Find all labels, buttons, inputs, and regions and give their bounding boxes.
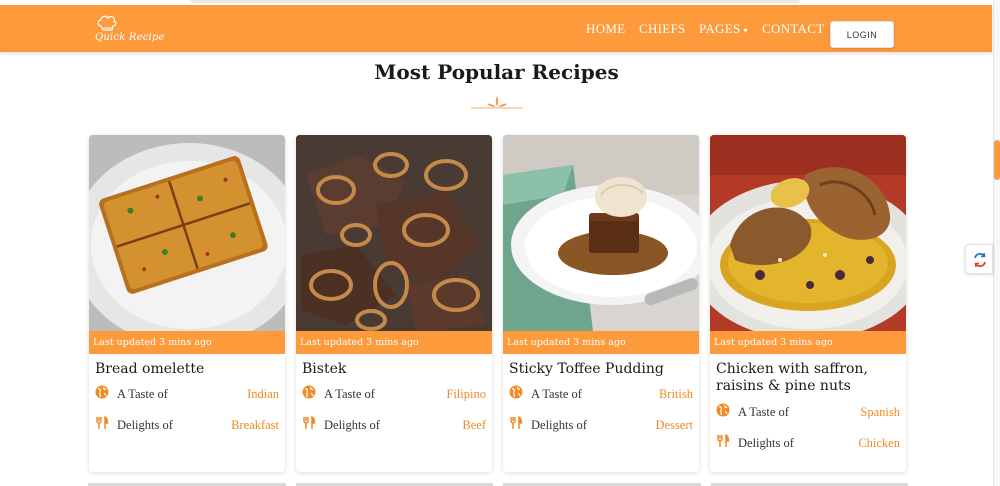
delight-row: Delights of Dessert xyxy=(509,416,693,436)
delight-label: Delights of xyxy=(531,418,587,432)
recipe-card[interactable]: Last updated 3 mins ago Bistek A Taste o… xyxy=(296,135,492,472)
last-updated-bar: Last updated 3 mins ago xyxy=(503,331,699,354)
taste-value[interactable]: British xyxy=(659,387,693,402)
recipe-card[interactable]: Last updated 3 mins ago Bread omelette A… xyxy=(89,135,285,472)
last-updated-bar: Last updated 3 mins ago xyxy=(710,331,906,354)
taste-row: A Taste of Indian xyxy=(95,385,279,405)
utensils-icon xyxy=(510,416,523,429)
taste-row: A Taste of British xyxy=(509,385,693,405)
nav-pages[interactable]: PAGES ▾ xyxy=(699,21,748,37)
globe-icon xyxy=(716,403,730,417)
delight-label: Delights of xyxy=(738,436,794,450)
caret-down-icon: ▾ xyxy=(743,25,748,35)
chef-hat-icon xyxy=(97,15,117,31)
brand-name: Quick Recipe xyxy=(95,32,165,43)
recipe-title[interactable]: Chicken with saffron, raisins & pine nut… xyxy=(716,361,902,395)
recipe-image-bistek[interactable] xyxy=(296,135,492,331)
taste-value[interactable]: Indian xyxy=(247,387,279,402)
taste-label: A Taste of xyxy=(531,387,582,401)
nav-contact[interactable]: CONTACT xyxy=(762,21,824,37)
delight-row: Delights of Beef xyxy=(302,416,486,436)
navbar: Quick Recipe HOME CHIEFS PAGES ▾ CONTACT … xyxy=(0,5,992,52)
delight-row: Delights of Chicken xyxy=(716,434,900,454)
delight-value[interactable]: Dessert xyxy=(656,418,694,433)
taste-value[interactable]: Filipino xyxy=(446,387,486,402)
recipe-image-chicken-saffron[interactable] xyxy=(710,135,906,331)
delight-row: Delights of Breakfast xyxy=(95,416,279,436)
nav-home[interactable]: HOME xyxy=(586,21,625,37)
recipe-card[interactable]: Last updated 3 mins ago Chicken with saf… xyxy=(710,135,906,472)
recipe-card[interactable]: Last updated 3 mins ago Sticky Toffee Pu… xyxy=(503,135,699,472)
last-updated-bar: Last updated 3 mins ago xyxy=(296,331,492,354)
globe-icon xyxy=(509,385,523,399)
globe-icon xyxy=(95,385,109,399)
delight-value[interactable]: Beef xyxy=(462,418,486,433)
taste-label: A Taste of xyxy=(738,405,789,419)
taste-row: A Taste of Spanish xyxy=(716,403,900,423)
utensils-icon xyxy=(303,416,316,429)
leaf-divider-icon xyxy=(471,96,523,109)
delight-value[interactable]: Chicken xyxy=(858,436,900,451)
delight-value[interactable]: Breakfast xyxy=(231,418,279,433)
nav-pages-label: PAGES xyxy=(699,21,741,36)
utensils-icon xyxy=(717,434,730,447)
scrollbar-thumb[interactable] xyxy=(994,140,1000,180)
recipe-image-bread-omelette[interactable] xyxy=(89,135,285,331)
scrollbar-track xyxy=(993,0,1000,486)
section-title: Most Popular Recipes xyxy=(374,60,619,84)
globe-icon xyxy=(302,385,316,399)
delight-label: Delights of xyxy=(324,418,380,432)
taste-label: A Taste of xyxy=(117,387,168,401)
taste-value[interactable]: Spanish xyxy=(860,405,900,420)
login-button[interactable]: LOGIN xyxy=(830,21,894,48)
taste-row: A Taste of Filipino xyxy=(302,385,486,405)
utensils-icon xyxy=(96,416,109,429)
browser-top-line xyxy=(190,0,800,3)
recipe-title[interactable]: Sticky Toffee Pudding xyxy=(509,361,695,378)
translate-widget-button[interactable] xyxy=(965,244,993,274)
last-updated-bar: Last updated 3 mins ago xyxy=(89,331,285,354)
brand-logo[interactable]: Quick Recipe xyxy=(93,14,173,50)
recipe-image-sticky-toffee-pudding[interactable] xyxy=(503,135,699,331)
translate-icon xyxy=(974,252,986,268)
nav-chiefs[interactable]: CHIEFS xyxy=(639,21,686,37)
recipe-title[interactable]: Bread omelette xyxy=(95,361,281,378)
taste-label: A Taste of xyxy=(324,387,375,401)
delight-label: Delights of xyxy=(117,418,173,432)
recipe-title[interactable]: Bistek xyxy=(302,361,488,378)
